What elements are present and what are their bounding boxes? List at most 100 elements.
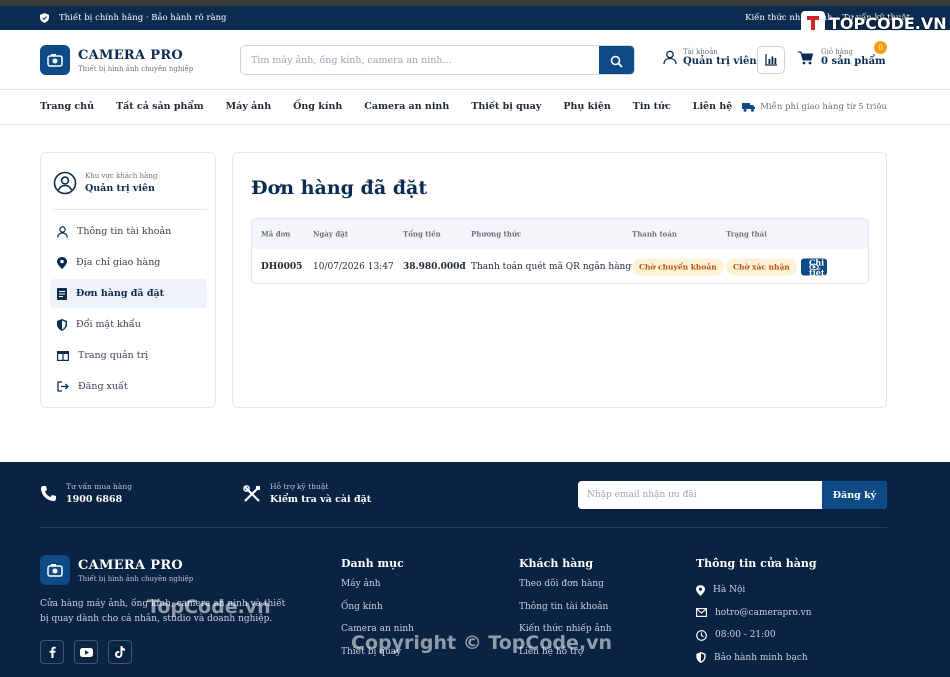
store-info-text: Hà Nội <box>713 585 746 596</box>
logout-icon <box>57 381 69 392</box>
shipping-text: Miễn phí giao hàng từ 5 triệu <box>760 102 887 112</box>
cart-link[interactable]: Giỏ hàng 0 sản phẩm <box>798 48 886 67</box>
sidebar-item-label: Đăng xuất <box>78 381 128 392</box>
sidebar-area-label: Khu vực khách hàng <box>85 172 158 180</box>
nav-item-news[interactable]: Tin tức <box>633 101 671 112</box>
account-link[interactable]: Tài khoản Quản trị viên <box>663 48 757 67</box>
order-status-badge: Chờ xác nhận <box>726 258 797 276</box>
mail-icon <box>696 608 707 618</box>
nav-item-video-gear[interactable]: Thiết bị quay <box>471 101 541 112</box>
phone-icon <box>41 486 56 501</box>
camera-logo-icon <box>40 555 70 585</box>
nav-item-lenses[interactable]: Ống kính <box>293 101 342 112</box>
footer-link[interactable]: Thông tin tài khoản <box>519 602 612 625</box>
watermark-copyright: Copyright © TopCode.vn <box>351 632 613 654</box>
footer-support-label: Tư vấn mua hàng <box>66 482 132 491</box>
payment-status-badge: Chờ chuyển khoản <box>632 258 724 276</box>
stats-button[interactable] <box>757 46 785 74</box>
account-name: Quản trị viên <box>683 56 757 67</box>
sidebar-item-admin[interactable]: Trang quản trị <box>50 341 207 370</box>
store-hours: 08:00 - 21:00 <box>696 624 817 647</box>
shield-icon <box>57 318 67 331</box>
sidebar-user: Khu vực khách hàng Quản trị viên <box>53 171 157 195</box>
footer-brand-tagline: Thiết bị hình ảnh chuyên nghiệp <box>78 574 194 583</box>
nav-item-contact[interactable]: Liên hệ <box>693 101 733 112</box>
sidebar-menu: Thông tin tài khoản Địa chỉ giao hàng Đơ… <box>50 217 207 403</box>
youtube-icon[interactable] <box>74 640 98 664</box>
dashboard-icon <box>57 350 69 361</box>
nav-item-accessories[interactable]: Phụ kiện <box>563 101 610 112</box>
order-total: 38.980.000đ <box>403 262 466 272</box>
store-info-text: 08:00 - 21:00 <box>715 630 776 641</box>
nav-item-cameras[interactable]: Máy ảnh <box>226 101 271 112</box>
search-button[interactable] <box>599 46 634 74</box>
order-id: DH0005 <box>261 262 303 272</box>
sidebar-item-label: Địa chỉ giao hàng <box>76 257 161 268</box>
tiktok-icon[interactable] <box>108 640 132 664</box>
cart-icon <box>798 51 813 64</box>
user-icon <box>663 50 677 65</box>
store-info-text: Bảo hành minh bạch <box>714 652 808 663</box>
sidebar-item-change-password[interactable]: Đổi mật khẩu <box>50 310 207 339</box>
footer-support-value[interactable]: 1900 6868 <box>66 494 132 505</box>
sidebar-item-label: Thông tin tài khoản <box>77 226 172 237</box>
search-icon <box>610 55 623 68</box>
sidebar-item-label: Trang quản trị <box>78 350 149 361</box>
account-label: Tài khoản <box>683 48 718 56</box>
user-circle-icon <box>53 171 77 195</box>
footer-support-value: Kiểm tra và cài đặt <box>270 494 372 505</box>
account-sidebar: Khu vực khách hàng Quản trị viên Thông t… <box>40 152 216 408</box>
site-logo[interactable]: CAMERA PRO Thiết bị hình ảnh chuyên nghi… <box>40 45 193 75</box>
search-input[interactable] <box>241 46 601 74</box>
footer-divider <box>40 527 887 528</box>
sidebar-item-logout[interactable]: Đăng xuất <box>50 372 207 401</box>
nav-item-all-products[interactable]: Tất cả sản phẩm <box>116 101 204 112</box>
location-icon <box>696 584 705 596</box>
sidebar-item-label: Đơn hàng đã đặt <box>76 288 165 299</box>
top-bar-text: Thiết bị chính hãng · Bảo hành rõ ràng <box>59 13 227 23</box>
site-footer: Tư vấn mua hàng 1900 6868 Hỗ trợ kỹ thuậ… <box>0 462 950 677</box>
footer-link[interactable]: Máy ảnh <box>341 579 414 602</box>
store-info-text[interactable]: hotro@camerapro.vn <box>715 608 812 618</box>
newsletter-email-input[interactable] <box>578 481 822 509</box>
newsletter-form: Đăng ký <box>578 481 887 509</box>
table-header: Mã đơn Ngày đặt Tổng tiền Phương thức Th… <box>252 219 868 249</box>
column-header: Phương thức <box>471 229 522 239</box>
column-header: Tổng tiền <box>403 229 441 239</box>
order-detail-button[interactable]: Chi tiết <box>801 257 827 277</box>
watermark-text: TopCode.vn <box>147 596 271 618</box>
footer-support-label: Hỗ trợ kỹ thuật <box>270 482 329 491</box>
sidebar-user-name: Quản trị viên <box>85 183 155 194</box>
sidebar-item-orders[interactable]: Đơn hàng đã đặt <box>50 279 207 308</box>
sidebar-item-account-info[interactable]: Thông tin tài khoản <box>50 217 207 246</box>
facebook-icon[interactable] <box>40 640 64 664</box>
sidebar-item-shipping-address[interactable]: Địa chỉ giao hàng <box>50 248 207 277</box>
shield-icon <box>696 652 706 664</box>
page-title: Đơn hàng đã đặt <box>251 177 428 199</box>
brand-tagline: Thiết bị hình ảnh chuyên nghiệp <box>78 64 194 73</box>
nav-item-home[interactable]: Trang chủ <box>40 101 94 112</box>
shipping-note: Miễn phí giao hàng từ 5 triệu <box>742 102 887 112</box>
footer-brand-name: CAMERA PRO <box>78 557 184 573</box>
column-header: Mã đơn <box>261 229 291 239</box>
receipt-icon <box>57 287 67 300</box>
table-row: DH0005 10/07/2026 13:47 38.980.000đ Than… <box>252 249 868 283</box>
top-bar-guarantee: Thiết bị chính hãng · Bảo hành rõ ràng <box>40 13 227 23</box>
footer-link[interactable]: Theo dõi đơn hàng <box>519 579 612 602</box>
footer-link[interactable]: Ống kính <box>341 602 414 625</box>
orders-panel: Đơn hàng đã đặt Mã đơn Ngày đặt Tổng tiề… <box>232 152 887 408</box>
cart-count-badge: 0 <box>874 41 887 54</box>
user-icon <box>57 225 68 238</box>
sidebar-divider <box>53 209 207 210</box>
sidebar-item-label: Đổi mật khẩu <box>76 319 141 330</box>
newsletter-submit-button[interactable]: Đăng ký <box>822 481 887 509</box>
footer-column-title: Thông tin cửa hàng <box>696 557 817 570</box>
search-bar <box>240 45 635 75</box>
footer-column-store-info: Thông tin cửa hàng Hà Nội hotro@camerapr… <box>696 557 817 669</box>
nav-item-security-cameras[interactable]: Camera an ninh <box>364 101 449 112</box>
footer-logo[interactable]: CAMERA PRO Thiết bị hình ảnh chuyên nghi… <box>40 555 193 585</box>
footer-column-title: Khách hàng <box>519 557 594 570</box>
store-warranty: Bảo hành minh bạch <box>696 647 817 670</box>
order-method: Thanh toán quét mã QR ngân hàng <box>471 262 632 272</box>
order-detail-label: Chi tiết <box>809 257 825 277</box>
